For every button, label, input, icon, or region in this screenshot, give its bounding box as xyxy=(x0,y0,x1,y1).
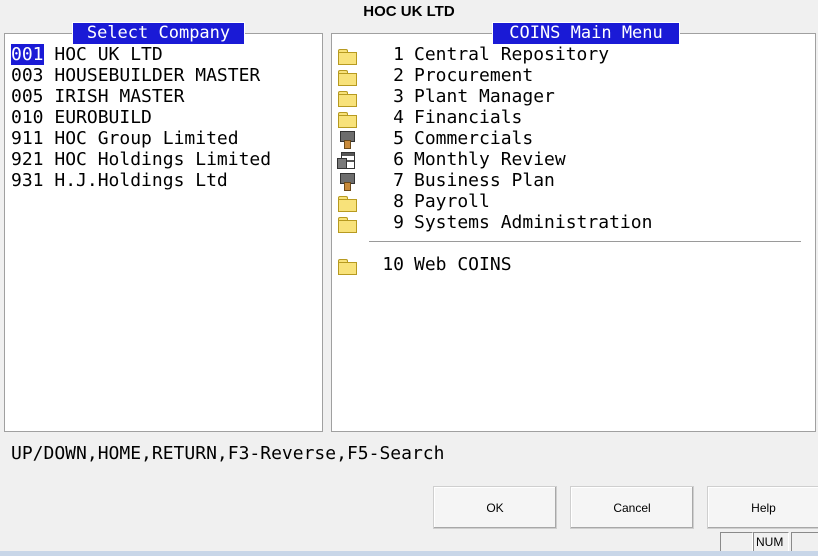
folder-icon xyxy=(337,193,359,212)
help-button[interactable]: Help xyxy=(707,486,818,529)
folder-icon xyxy=(337,46,359,65)
menu-item-business-plan[interactable]: 7 Business Plan xyxy=(337,170,652,191)
menu-item-number: 4 xyxy=(393,107,404,128)
company-name: HOC Holdings Limited xyxy=(54,149,272,170)
menu-item-label: Web COINS xyxy=(414,254,512,275)
menu-item-procurement[interactable]: 2 Procurement xyxy=(337,65,652,86)
menu-item-financials[interactable]: 4 Financials xyxy=(337,107,652,128)
company-name: HOC UK LTD xyxy=(54,44,163,65)
menu-item-number: 8 xyxy=(393,191,404,212)
folder-icon xyxy=(337,214,359,233)
menu-item-number: 5 xyxy=(393,128,404,149)
company-row-911[interactable]: 911 HOC Group Limited xyxy=(11,128,271,149)
company-name: H.J.Holdings Ltd xyxy=(54,170,228,191)
menu-item-label: Payroll xyxy=(414,191,490,212)
menu-item-label: Central Repository xyxy=(414,44,610,65)
menu-item-monthly-review[interactable]: 6 Monthly Review xyxy=(337,149,652,170)
company-row-001[interactable]: 001 HOC UK LTD xyxy=(11,44,271,65)
company-row-931[interactable]: 931 H.J.Holdings Ltd xyxy=(11,170,271,191)
company-code: 911 xyxy=(11,128,44,149)
menu-item-number: 6 xyxy=(393,149,404,170)
window-bottom-edge xyxy=(0,551,818,556)
menu-item-number: 7 xyxy=(393,170,404,191)
menu-item-commercials[interactable]: 5 Commercials xyxy=(337,128,652,149)
menu-item-label: Systems Administration xyxy=(414,212,653,233)
company-row-921[interactable]: 921 HOC Holdings Limited xyxy=(11,149,271,170)
menu-item-payroll[interactable]: 8 Payroll xyxy=(337,191,652,212)
menu-item-number: 10 xyxy=(382,254,404,275)
menu-item-label: Financials xyxy=(414,107,523,128)
menu-panel-header: COINS Main Menu xyxy=(492,22,680,45)
menu-item-number: 3 xyxy=(393,86,404,107)
company-row-010[interactable]: 010 EUROBUILD xyxy=(11,107,271,128)
keyboard-hint: UP/DOWN,HOME,RETURN,F3-Reverse,F5-Search xyxy=(11,443,445,464)
menu-item-central-repository[interactable]: 1 Central Repository xyxy=(337,44,652,65)
cancel-button[interactable]: Cancel xyxy=(570,486,694,529)
main-menu-list: 1 Central Repository 2 Procurement 3 Plant … xyxy=(337,44,652,233)
company-list: 001 HOC UK LTD 003 HOUSEBUILDER MASTER 0… xyxy=(11,44,271,191)
num-lock-indicator: NUM xyxy=(753,532,789,552)
company-code: 005 xyxy=(11,86,44,107)
menu-item-label: Procurement xyxy=(414,65,534,86)
status-pane-empty xyxy=(791,532,818,552)
tool-icon xyxy=(337,172,359,191)
menu-item-systems-administration[interactable]: 9 Systems Administration xyxy=(337,212,652,233)
company-name: HOC Group Limited xyxy=(54,128,239,149)
status-pane-empty xyxy=(720,532,753,552)
folder-icon xyxy=(337,109,359,128)
menu-divider xyxy=(369,241,801,242)
company-panel-header: Select Company xyxy=(72,22,245,45)
tool-icon xyxy=(337,130,359,149)
menu-item-number: 9 xyxy=(393,212,404,233)
company-code: 921 xyxy=(11,149,44,170)
menu-item-web-coins[interactable]: 10 Web COINS xyxy=(337,254,512,275)
menu-item-number: 2 xyxy=(393,65,404,86)
company-row-003[interactable]: 003 HOUSEBUILDER MASTER xyxy=(11,65,271,86)
company-code: 001 xyxy=(11,44,44,65)
folder-icon xyxy=(337,88,359,107)
company-code: 010 xyxy=(11,107,44,128)
window-title: HOC UK LTD xyxy=(363,3,455,20)
menu-item-label: Plant Manager xyxy=(414,86,555,107)
company-name: IRISH MASTER xyxy=(54,86,185,107)
company-code: 931 xyxy=(11,170,44,191)
menu-item-number: 1 xyxy=(393,44,404,65)
menu-item-plant-manager[interactable]: 3 Plant Manager xyxy=(337,86,652,107)
company-row-005[interactable]: 005 IRISH MASTER xyxy=(11,86,271,107)
menu-item-label: Monthly Review xyxy=(414,149,566,170)
folder-icon xyxy=(337,256,359,275)
company-name: EUROBUILD xyxy=(54,107,152,128)
company-code: 003 xyxy=(11,65,44,86)
ok-button[interactable]: OK xyxy=(433,486,557,529)
menu-item-label: Business Plan xyxy=(414,170,555,191)
document-icon xyxy=(337,151,359,169)
folder-icon xyxy=(337,67,359,86)
menu-item-label: Commercials xyxy=(414,128,534,149)
company-name: HOUSEBUILDER MASTER xyxy=(54,65,261,86)
